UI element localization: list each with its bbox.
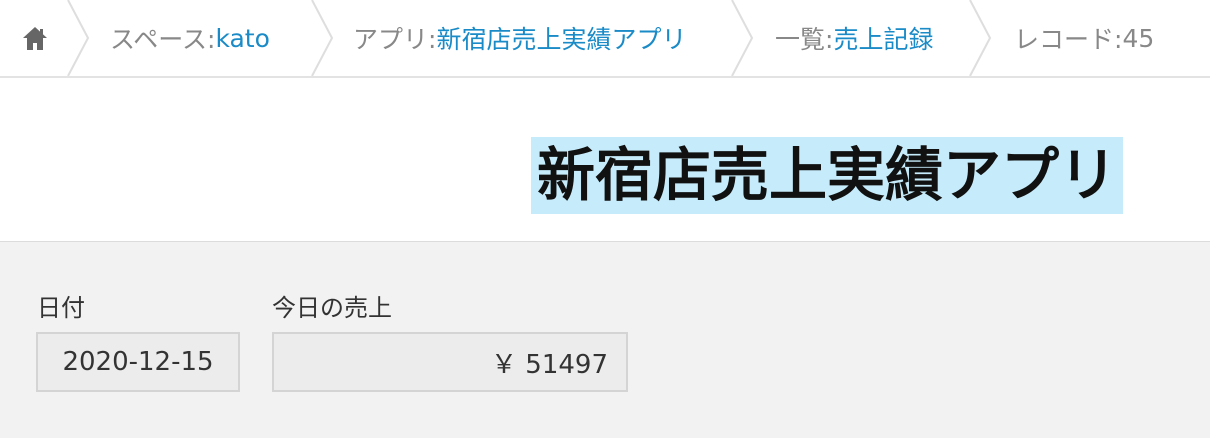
breadcrumb-separator xyxy=(66,0,90,76)
breadcrumb-record: レコード: 45 xyxy=(1014,0,1154,76)
app-title: 新宿店売上実績アプリ xyxy=(531,137,1124,214)
breadcrumb: スペース: kato アプリ: 新宿店売上実績アプリ 一覧: 売上記録 レコード… xyxy=(0,0,1210,78)
record-page: スペース: kato アプリ: 新宿店売上実績アプリ 一覧: 売上記録 レコード… xyxy=(0,0,1210,438)
breadcrumb-view[interactable]: 一覧: 売上記録 xyxy=(775,0,933,76)
sales-field[interactable]: ￥ 51497 xyxy=(272,332,628,392)
breadcrumb-view-link[interactable]: 売上記録 xyxy=(833,20,933,56)
breadcrumb-space-prefix: スペース: xyxy=(110,25,216,54)
breadcrumb-view-prefix: 一覧: xyxy=(775,25,834,54)
home-icon xyxy=(20,24,50,52)
breadcrumb-space[interactable]: スペース: kato xyxy=(110,0,270,76)
date-field-label: 日付 xyxy=(37,294,85,322)
breadcrumb-app-link[interactable]: 新宿店売上実績アプリ xyxy=(436,20,686,56)
breadcrumb-separator xyxy=(310,0,334,76)
sales-field-label: 今日の売上 xyxy=(272,294,392,322)
date-field[interactable]: 2020-12-15 xyxy=(36,332,240,392)
breadcrumb-space-link[interactable]: kato xyxy=(215,24,269,53)
breadcrumb-record-prefix: レコード: xyxy=(1014,25,1123,54)
breadcrumb-separator xyxy=(730,0,754,76)
record-form: 日付 2020-12-15 今日の売上 ￥ 51497 xyxy=(0,241,1210,438)
breadcrumb-separator xyxy=(968,0,992,76)
title-area: 新宿店売上実績アプリ xyxy=(0,78,1210,241)
breadcrumb-app[interactable]: アプリ: 新宿店売上実績アプリ xyxy=(353,0,686,76)
breadcrumb-record-number: 45 xyxy=(1122,23,1155,53)
breadcrumb-app-prefix: アプリ: xyxy=(353,25,437,54)
breadcrumb-home[interactable] xyxy=(0,0,70,76)
